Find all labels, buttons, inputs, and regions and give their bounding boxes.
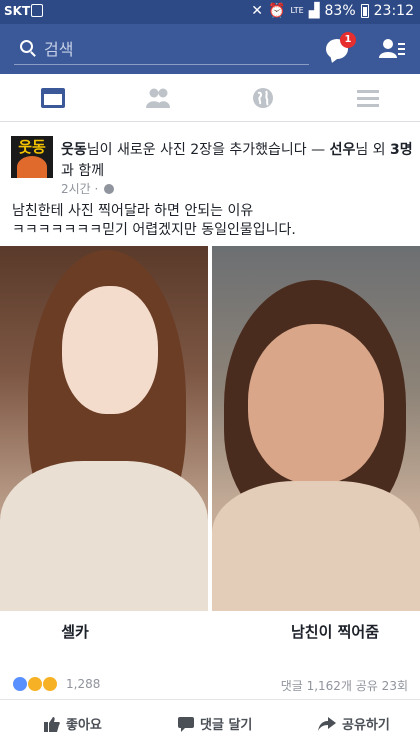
photo-label-selfie: 셀카 <box>61 623 89 641</box>
post-photo-collage[interactable]: 셀카 남친이 찍어줌 <box>0 246 420 668</box>
search-icon[interactable] <box>20 40 33 53</box>
alarm-icon: ⏰ <box>268 3 286 19</box>
share-icon <box>318 716 336 731</box>
tab-notifications[interactable] <box>210 74 315 122</box>
news-feed-icon <box>40 88 65 108</box>
photo-selfie[interactable] <box>0 246 208 611</box>
bf-shot-face <box>248 324 384 484</box>
comment-button[interactable]: 댓글 달기 <box>178 701 252 746</box>
post-time-text: 2시간 · <box>61 182 103 196</box>
post-timestamp[interactable]: 2시간 · <box>61 180 115 197</box>
post-actions: 좋아요 댓글 달기 공유하기 <box>0 701 420 746</box>
tab-bar <box>0 74 420 122</box>
selfie-face <box>62 286 158 414</box>
comment-label: 댓글 달기 <box>200 718 253 733</box>
comment-share-stats[interactable]: 댓글 1,162개 공유 23회 <box>281 677 408 694</box>
battery-icon <box>360 4 369 18</box>
comment-icon <box>178 716 194 732</box>
page-avatar-mascot <box>17 156 47 178</box>
tab-friends[interactable] <box>105 74 210 122</box>
post-caption: 남친한테 사진 찍어달라 하면 안되는 이유 ㅋㅋㅋㅋㅋㅋㅋ믿기 어렵겠지만 동… <box>12 203 296 238</box>
tagged-user-link[interactable]: 선우 <box>330 142 356 158</box>
calendar-icon <box>31 4 43 17</box>
post-attribution: 웃동님이 새로운 사진 2장을 추가했습니다 — 선우님 외 3명과 함께 <box>61 140 413 182</box>
carrier-label: SKT <box>4 4 31 18</box>
like-reaction-icon <box>12 676 28 692</box>
tagged-suffix: 님 외 <box>355 142 391 158</box>
signal-icon: ▟ <box>308 3 320 19</box>
photo-boyfriend-shot[interactable] <box>212 246 420 611</box>
share-label: 공유하기 <box>342 718 390 733</box>
post-author-link[interactable]: 웃동 <box>61 142 87 158</box>
status-bar: SKT ✕ ⏰ LTE ▟ 83% 23:12 <box>0 0 420 24</box>
reactions-bar[interactable]: 1,288 댓글 1,162개 공유 23회 <box>0 668 420 700</box>
tab-news-feed[interactable] <box>0 74 105 122</box>
top-search-bar: 검색 1 <box>0 24 420 74</box>
messenger-badge: 1 <box>340 32 356 48</box>
like-label: 좋아요 <box>66 718 102 733</box>
others-suffix: 과 함께 <box>61 163 105 179</box>
photo-label-boyfriend: 남친이 찍어줌 <box>290 623 380 641</box>
privacy-public-icon <box>104 184 115 194</box>
network-label: LTE <box>290 6 304 15</box>
like-button[interactable]: 좋아요 <box>44 701 102 746</box>
sad-reaction-icon <box>42 676 58 692</box>
page-avatar[interactable]: 웃동 <box>11 136 53 178</box>
thumbs-up-icon <box>44 716 60 732</box>
page-avatar-logo-text: 웃동 <box>18 138 46 156</box>
globe-icon <box>252 88 273 108</box>
tab-menu[interactable] <box>315 74 420 122</box>
status-icons: ✕ ⏰ LTE ▟ 83% 23:12 <box>251 3 414 19</box>
share-button[interactable]: 공유하기 <box>318 701 390 746</box>
battery-label: 83% <box>324 3 356 19</box>
bf-shot-coat <box>212 481 420 611</box>
others-link[interactable]: 3명 <box>390 142 413 158</box>
search-underline <box>14 64 309 65</box>
friends-icon <box>145 88 170 108</box>
friend-requests-icon[interactable] <box>379 38 405 58</box>
search-input[interactable]: 검색 <box>44 36 73 60</box>
post-action-text: 님이 새로운 사진 2장을 추가했습니다 — <box>86 142 330 158</box>
reaction-count[interactable]: 1,288 <box>66 677 100 691</box>
selfie-coat <box>0 461 208 611</box>
haha-reaction-icon <box>27 676 43 692</box>
mute-icon: ✕ <box>251 3 263 19</box>
menu-icon <box>356 90 379 107</box>
clock-label: 23:12 <box>373 3 414 19</box>
